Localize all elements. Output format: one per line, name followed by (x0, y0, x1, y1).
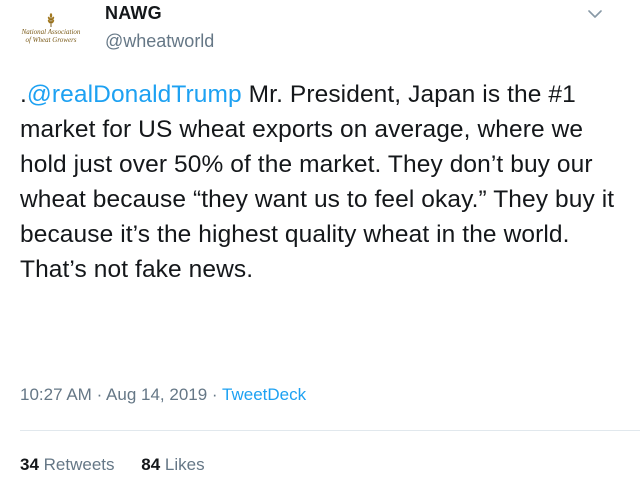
tweet-date[interactable]: Aug 14, 2019 (106, 385, 207, 404)
tweet-meta: 10:27 AM · Aug 14, 2019 · TweetDeck (20, 385, 306, 405)
meta-separator: · (96, 385, 103, 404)
account-handle[interactable]: @wheatworld (105, 31, 214, 52)
logo-text-line1: National Association (21, 27, 81, 36)
mention-link[interactable]: @realDonaldTrump (27, 81, 242, 108)
likes-label: Likes (164, 455, 205, 474)
avatar[interactable]: National Association of Wheat Growers (20, 6, 82, 50)
tweet-stats: 34 Retweets 84 Likes (20, 455, 227, 475)
divider (20, 430, 640, 431)
tweet-time[interactable]: 10:27 AM (20, 385, 92, 404)
likes-stat[interactable]: 84 Likes (141, 455, 204, 474)
tweet-source-link[interactable]: TweetDeck (222, 385, 306, 404)
tweet-card: National Association of Wheat Growers NA… (0, 0, 640, 480)
likes-count: 84 (141, 455, 161, 474)
meta-separator-2: · (211, 385, 218, 404)
wheat-icon (47, 12, 55, 27)
chevron-down-icon[interactable] (584, 6, 606, 22)
tweet-text: .@realDonaldTrump Mr. President, Japan i… (20, 77, 620, 287)
retweets-stat[interactable]: 34 Retweets (20, 455, 115, 474)
tweet-text-body: Mr. President, Japan is the #1 market fo… (20, 81, 615, 283)
retweets-label: Retweets (43, 455, 115, 474)
logo-text-line2: of Wheat Growers (25, 35, 77, 44)
tweet-text-prefix: . (20, 81, 27, 108)
display-name[interactable]: NAWG (105, 3, 162, 24)
retweets-count: 34 (20, 455, 39, 474)
